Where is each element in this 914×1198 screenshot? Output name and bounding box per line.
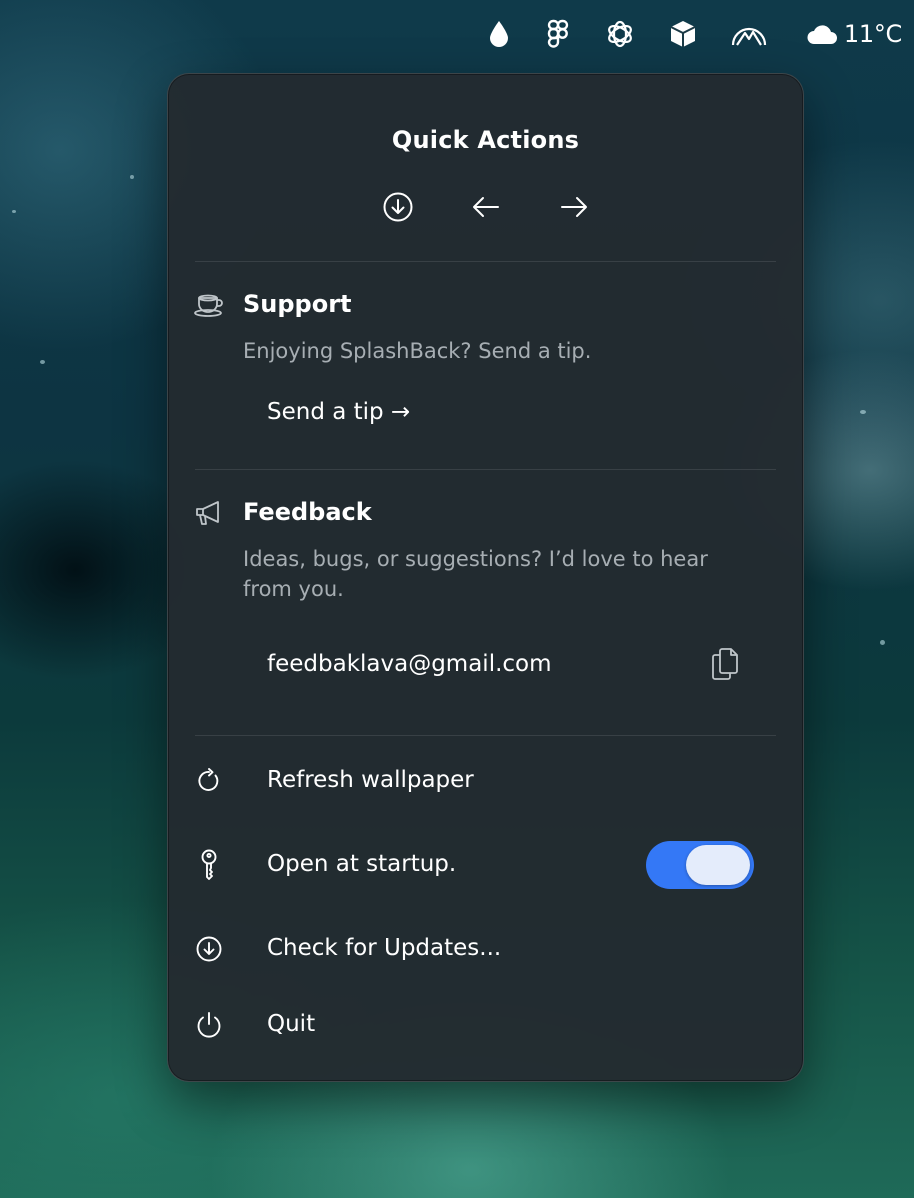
openai-icon[interactable] — [604, 17, 636, 51]
quick-actions-panel: Quick Actions Support Enjoying SplashBac… — [167, 73, 804, 1082]
refresh-label: Refresh wallpaper — [267, 767, 474, 793]
wallpaper-speck — [40, 360, 45, 364]
megaphone-icon — [192, 496, 226, 530]
download-wallpaper-button[interactable] — [381, 190, 415, 224]
divider — [195, 469, 776, 470]
wallpaper-speck — [880, 640, 885, 645]
copy-email-button[interactable] — [707, 644, 743, 684]
updates-label: Check for Updates... — [267, 935, 502, 961]
panel-title: Quick Actions — [391, 126, 580, 154]
refresh-icon — [192, 764, 226, 798]
figma-icon[interactable] — [545, 17, 572, 51]
mountain-app-icon[interactable] — [730, 17, 768, 51]
refresh-wallpaper-item[interactable]: Refresh wallpaper — [168, 753, 803, 809]
wallpaper-speck — [12, 210, 16, 213]
arrow-right-icon — [560, 197, 587, 217]
wallpaper-speck — [860, 410, 866, 414]
key-icon — [192, 848, 226, 882]
startup-toggle[interactable] — [646, 841, 754, 889]
arrow-left-icon — [472, 197, 499, 217]
divider — [195, 261, 776, 262]
next-wallpaper-button[interactable] — [557, 190, 591, 224]
feedback-email[interactable]: feedbaklava@gmail.com — [267, 651, 552, 677]
temperature-label: 11°C — [843, 20, 902, 48]
menu-bar: 11°C — [454, 0, 914, 68]
feedback-title: Feedback — [243, 498, 372, 526]
teacup-icon — [192, 288, 226, 322]
box-app-icon[interactable] — [668, 17, 698, 51]
check-updates-item[interactable]: Check for Updates... — [168, 921, 803, 977]
quit-label: Quit — [267, 1011, 316, 1037]
cloud-icon — [807, 25, 837, 44]
previous-wallpaper-button[interactable] — [469, 190, 503, 224]
nav-controls — [168, 190, 803, 224]
toggle-knob — [686, 845, 750, 885]
divider — [195, 735, 776, 736]
startup-label: Open at startup. — [267, 851, 457, 877]
feedback-description: Ideas, bugs, or suggestions? I’d love to… — [243, 547, 708, 601]
send-tip-link[interactable]: Send a tip → — [267, 399, 410, 425]
download-circle-icon — [383, 192, 412, 222]
copy-icon — [712, 648, 738, 680]
wallpaper-speck — [130, 175, 134, 179]
quit-item[interactable]: Quit — [168, 997, 803, 1053]
raindrop-icon[interactable] — [486, 17, 513, 51]
support-description: Enjoying SplashBack? Send a tip. — [243, 339, 592, 363]
support-title: Support — [243, 290, 352, 318]
power-icon — [192, 1008, 226, 1042]
weather-widget[interactable]: 11°C — [806, 20, 902, 48]
open-at-startup-item: Open at startup. — [168, 837, 803, 893]
download-circle-icon — [192, 932, 226, 966]
